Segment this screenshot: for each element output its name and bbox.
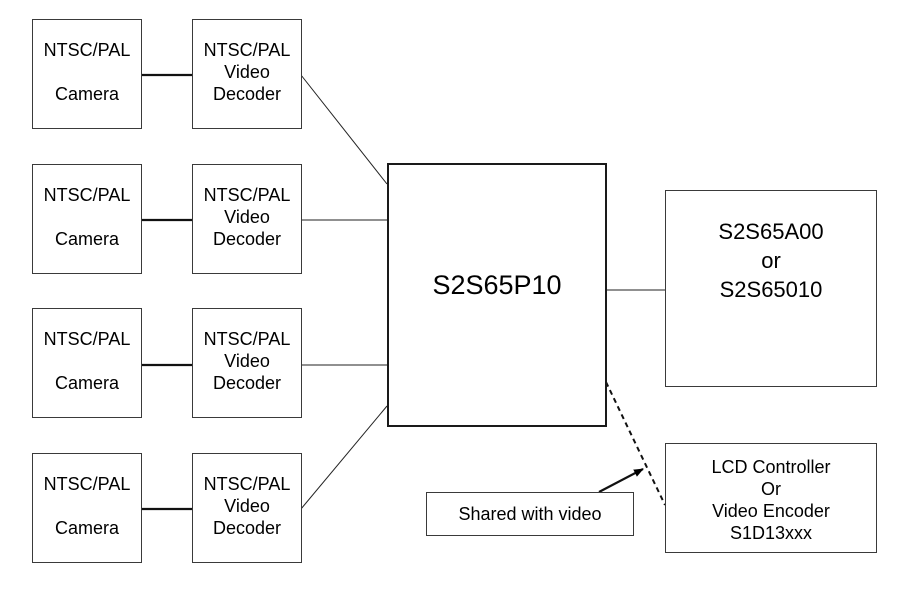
camera-box-2: NTSC/PAL Camera (32, 164, 142, 274)
note-arrow (598, 468, 644, 493)
camera-box-3: NTSC/PAL Camera (32, 308, 142, 418)
camera-label-line2: Camera (54, 518, 120, 538)
camera-label-line2: Camera (54, 373, 120, 393)
decoder-label-line1: NTSC/PAL (203, 185, 291, 205)
lcd-line3: Video Encoder (712, 501, 830, 521)
main-chip-label: S2S65P10 (432, 269, 562, 300)
decoder-label-line1: NTSC/PAL (203, 40, 291, 60)
decoder-box-2: NTSC/PAL Video Decoder (192, 164, 302, 274)
lcd-line4: S1D13xxx (729, 523, 813, 543)
decoder-label-line2: Video (224, 207, 270, 227)
camera-label-line1: NTSC/PAL (43, 474, 131, 494)
decoder-box-1: NTSC/PAL Video Decoder (192, 19, 302, 129)
decoder-main-link-1 (300, 74, 388, 185)
external-chip-line1: S2S65A00 (718, 219, 824, 244)
camera-label-line1: NTSC/PAL (43, 329, 131, 349)
decoder-label-line1: NTSC/PAL (203, 329, 291, 349)
decoder-label-line3: Decoder (212, 518, 282, 538)
decoder-label-line3: Decoder (212, 84, 282, 104)
decoder-label-line1: NTSC/PAL (203, 474, 291, 494)
external-chip-line2: or (761, 248, 781, 273)
external-chip-line3: S2S65010 (719, 277, 823, 302)
decoder-box-4: NTSC/PAL Video Decoder (192, 453, 302, 563)
decoder-label-line2: Video (224, 62, 270, 82)
lcd-controller-box: LCD Controller Or Video Encoder S1D13xxx (665, 443, 877, 553)
decoder-main-link-4 (300, 405, 388, 510)
lcd-line1: LCD Controller (711, 457, 831, 477)
shared-with-video-note: Shared with video (426, 492, 634, 536)
lcd-line2: Or (761, 479, 781, 499)
note-label: Shared with video (458, 503, 602, 524)
main-chip-box: S2S65P10 (387, 163, 607, 427)
camera-label-line1: NTSC/PAL (43, 40, 131, 60)
camera-label-line2: Camera (54, 84, 120, 104)
decoder-label-line3: Decoder (212, 373, 282, 393)
decoder-label-line2: Video (224, 351, 270, 371)
camera-label-line1: NTSC/PAL (43, 185, 131, 205)
decoder-box-3: NTSC/PAL Video Decoder (192, 308, 302, 418)
camera-label-line2: Camera (54, 229, 120, 249)
main-lcd-dashed-link (605, 381, 666, 506)
block-diagram: NTSC/PAL Camera NTSC/PAL Video Decoder N… (0, 0, 910, 599)
decoder-label-line3: Decoder (212, 229, 282, 249)
decoder-label-line2: Video (224, 496, 270, 516)
external-chip-box: S2S65A00 or S2S65010 (665, 190, 877, 387)
camera-box-1: NTSC/PAL Camera (32, 19, 142, 129)
camera-box-4: NTSC/PAL Camera (32, 453, 142, 563)
